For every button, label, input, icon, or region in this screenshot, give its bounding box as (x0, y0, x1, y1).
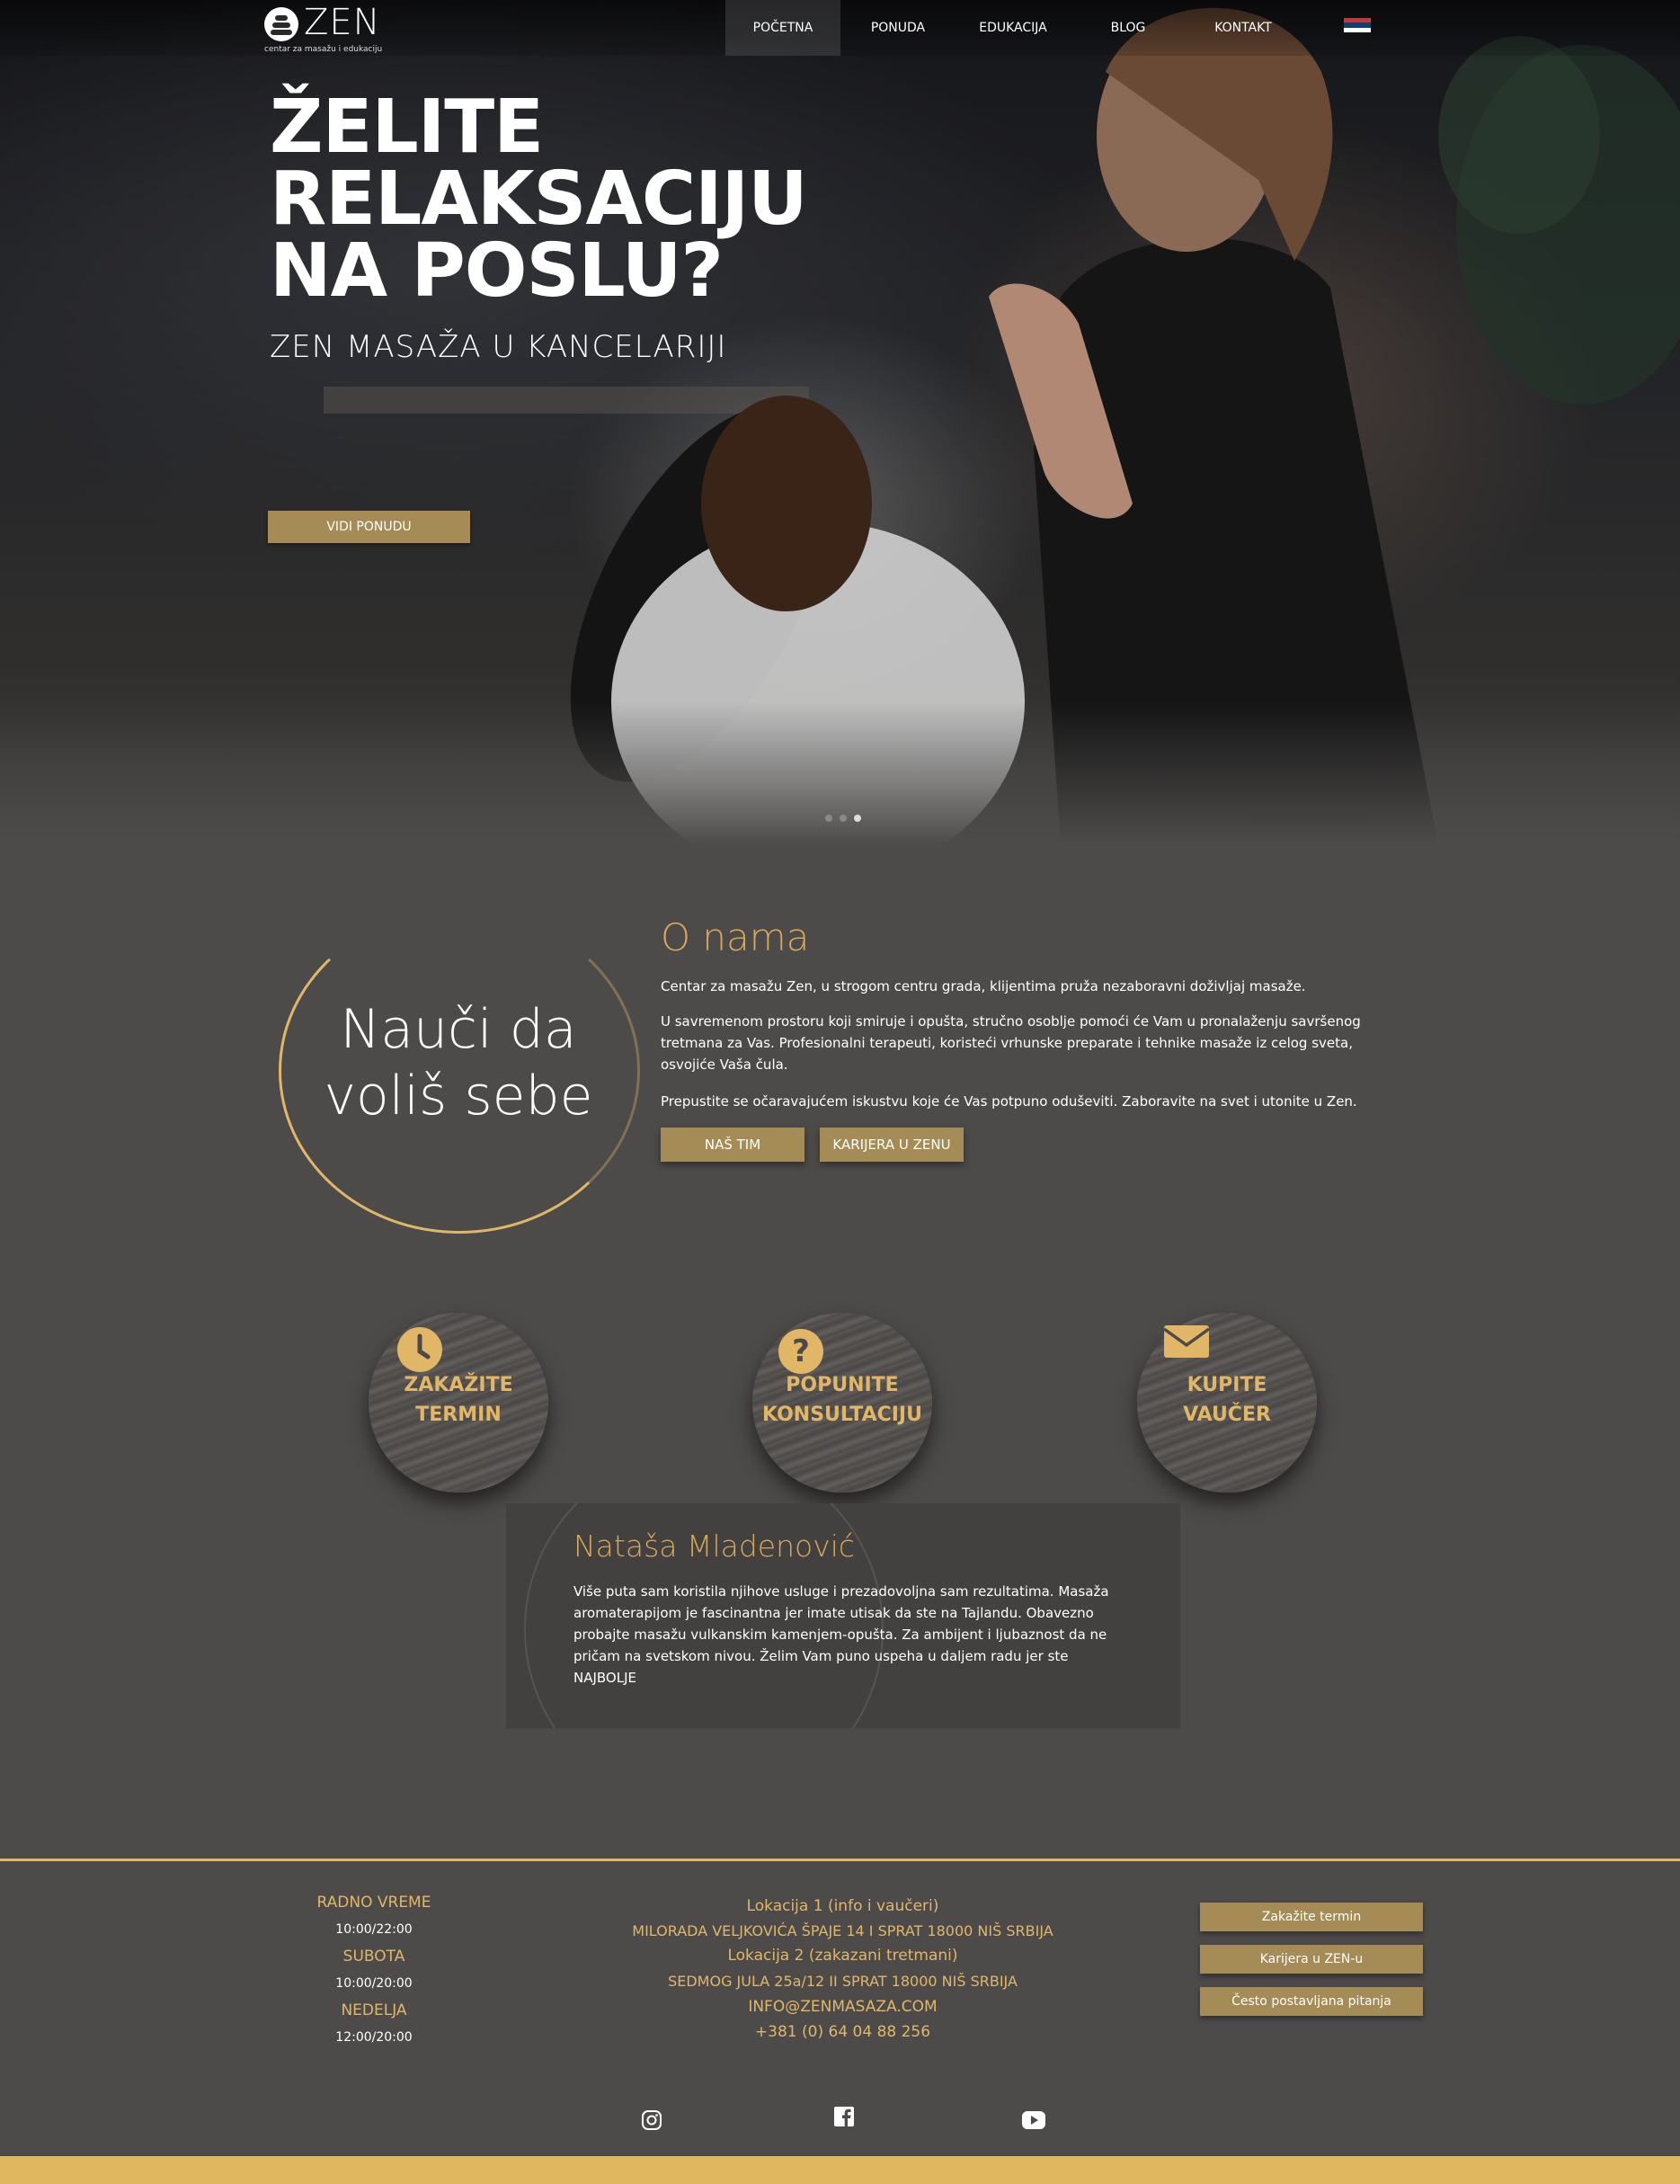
footer-book-button[interactable]: Zakažite termin (1200, 1903, 1423, 1931)
nav-item-pocetna[interactable]: POČETNA (725, 0, 840, 56)
view-offer-button[interactable]: VIDI PONUDU (268, 511, 470, 543)
hours-label: NEDELJA (341, 2001, 407, 2019)
feature-label: ZAKAŽITE TERMIN (404, 1374, 513, 1426)
hero-title-line: NA POSLU? (270, 228, 724, 314)
voucher-card[interactable]: KUPITE VAUČER (1137, 1313, 1317, 1493)
hero-title: ŽELITE RELAKSACIJU NA POSLU? (270, 85, 808, 314)
slogan-line: Nauči da (340, 998, 577, 1061)
footer-career-button[interactable]: Karijera u ZEN-u (1200, 1945, 1423, 1974)
youtube-icon[interactable] (1021, 2110, 1046, 2130)
slider-dot-active[interactable] (854, 815, 861, 822)
about-paragraph: Prepustite se očaravajućem iskustvu koje… (661, 1093, 1357, 1110)
hero-subtitle: ZEN MASAŽA U KANCELARIJI (270, 329, 727, 365)
about-paragraph: Centar za masažu Zen, u strogom centru g… (661, 978, 1306, 994)
main-nav: POČETNA PONUDA EDUKACIJA BLOG KONTAKT (725, 0, 1301, 56)
footer-divider (0, 1859, 1680, 1861)
slider-dot[interactable] (840, 815, 847, 822)
our-team-button[interactable]: NAŠ TIM (661, 1128, 804, 1162)
nav-item-edukacija[interactable]: EDUKACIJA (956, 0, 1071, 56)
testimonial-text: Više puta sam koristila njihove usluge i… (573, 1583, 1109, 1686)
instagram-icon[interactable] (641, 2109, 662, 2131)
nav-item-ponuda[interactable]: PONUDA (840, 0, 956, 56)
slogan-line: voliš sebe (324, 1065, 593, 1128)
site-logo[interactable]: ZEN centar za masažu i edukaciju (264, 2, 399, 56)
hours-label: RADNO VREME (316, 1894, 431, 1912)
svg-text:?: ? (792, 1333, 810, 1369)
slider-dot[interactable] (825, 815, 832, 822)
location-address: MILORADA VELJKOVIĆA ŠPAJE 14 I SPRAT 180… (632, 1922, 1053, 1939)
locations: Lokacija 1 (info i vaučeri) MILORADA VEL… (629, 1897, 1056, 2041)
bottom-gold-bar (0, 2156, 1680, 2184)
top-navigation-bar: ZEN centar za masažu i edukaciju POČETNA… (0, 0, 1680, 56)
location-title: Lokacija 1 (info i vaučeri) (746, 1897, 939, 1915)
location-title: Lokacija 2 (zakazani tretmani) (727, 1947, 958, 1965)
logo-wordmark: ZEN (304, 2, 381, 43)
email-link[interactable]: INFO@ZENMASAZA.COM (629, 1998, 1056, 2016)
testimonial-card: Nataša Mladenović Više puta sam koristil… (506, 1503, 1180, 1728)
hero-banner (0, 0, 1680, 845)
about-title: O nama (661, 915, 810, 959)
testimonial-author: Nataša Mladenović (573, 1529, 856, 1564)
circle-slogan: Nauči da voliš sebe (297, 996, 620, 1129)
hours-time: 10:00/20:00 (335, 1976, 413, 1991)
about-paragraph: U savremenom prostoru koji smiruje i opu… (661, 1013, 1361, 1073)
hours-label: SUBOTA (342, 1948, 405, 1966)
logo-tagline: centar za masažu i edukaciju (264, 45, 383, 54)
clock-icon (397, 1327, 442, 1372)
facebook-icon[interactable] (833, 2106, 855, 2127)
question-icon: ? (778, 1329, 823, 1374)
hours-time: 12:00/20:00 (335, 2030, 413, 2045)
consultation-card[interactable]: ? POPUNITE KONSULTACIJU (752, 1313, 932, 1493)
hero-fade (0, 701, 1680, 845)
slider-dots (825, 815, 861, 822)
footer-faq-button[interactable]: Često postavljana pitanja (1200, 1987, 1423, 2016)
nav-item-blog[interactable]: BLOG (1071, 0, 1186, 56)
career-button[interactable]: KARIJERA U ZENU (820, 1128, 964, 1162)
working-hours: RADNO VREME 10:00/22:00 SUBOTA 10:00/20:… (284, 1894, 464, 2045)
feature-label: KUPITE VAUČER (1183, 1374, 1271, 1426)
location-address: SEDMOG JULA 25a/12 II SPRAT 18000 NIŠ SR… (668, 1973, 1018, 1990)
book-appointment-card[interactable]: ZAKAŽITE TERMIN (369, 1313, 548, 1493)
nav-item-kontakt[interactable]: KONTAKT (1186, 0, 1301, 56)
phone-link[interactable]: +381 (0) 64 04 88 256 (629, 2023, 1056, 2041)
serbia-flag-icon[interactable] (1344, 18, 1371, 32)
hero-title-line: ŽELITE (270, 85, 544, 170)
envelope-icon (1162, 1325, 1211, 1358)
feature-label: POPUNITE KONSULTACIJU (762, 1374, 922, 1426)
hours-time: 10:00/22:00 (335, 1922, 413, 1937)
hero-title-line: RELAKSACIJU (270, 156, 808, 242)
stones-logo-icon (264, 7, 298, 41)
